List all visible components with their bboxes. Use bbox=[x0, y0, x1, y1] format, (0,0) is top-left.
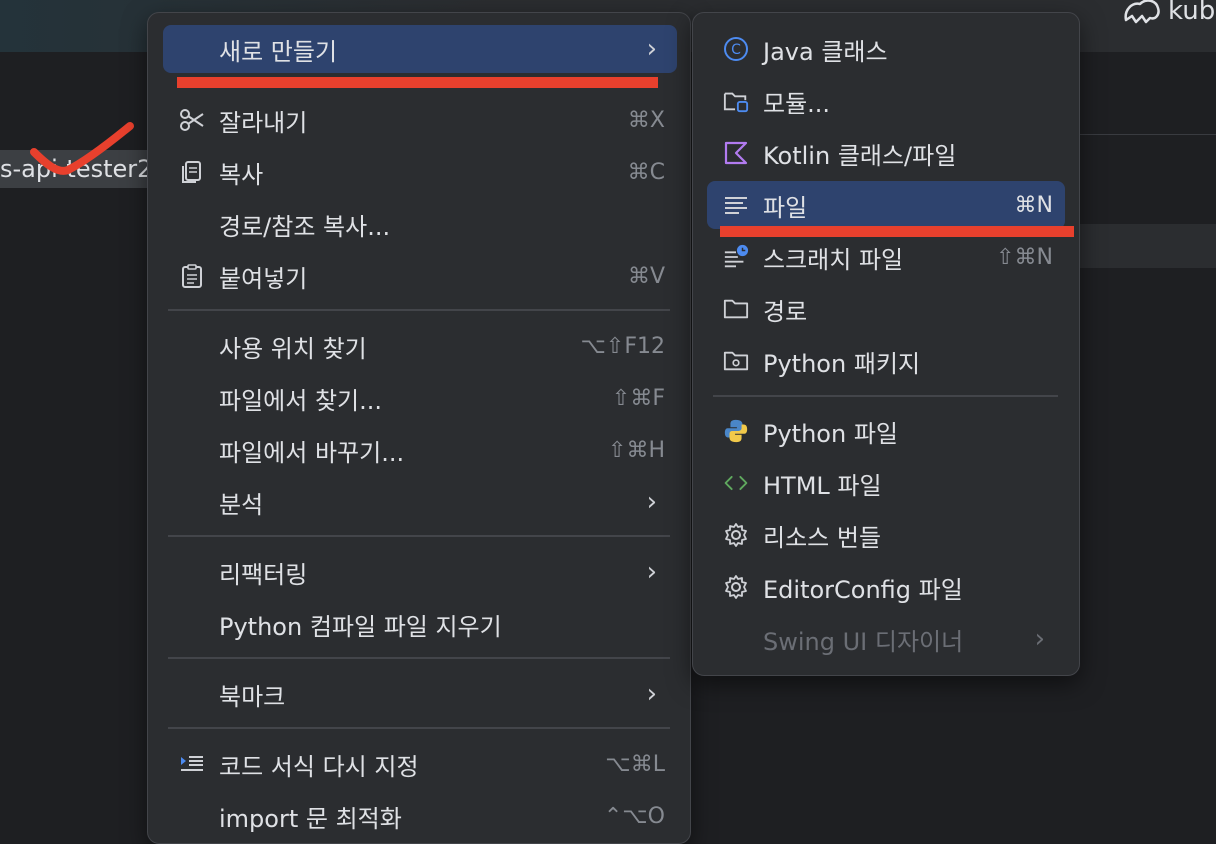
chevron-right-icon: › bbox=[646, 34, 657, 64]
submenu-item-python-file[interactable]: Python 파일 bbox=[707, 407, 1065, 455]
submenu-item-scratch-file[interactable]: 스크래치 파일 ⇧⌘N bbox=[707, 233, 1065, 281]
menu-item-copy-path[interactable]: 경로/참조 복사... bbox=[163, 200, 677, 248]
chevron-right-icon: › bbox=[646, 679, 657, 709]
new-submenu: C Java 클래스 모듈... Kotlin 클래스/파일 파일 ⌘N 스크래… bbox=[692, 12, 1080, 676]
menu-separator bbox=[168, 535, 670, 537]
kotlin-icon bbox=[723, 141, 749, 165]
submenu-item-module[interactable]: 모듈... bbox=[707, 77, 1065, 125]
module-folder-icon bbox=[723, 89, 749, 113]
submenu-item-editorconfig[interactable]: EditorConfig 파일 bbox=[707, 563, 1065, 611]
menu-separator bbox=[168, 309, 670, 311]
context-menu: 새로 만들기 › 잘라내기 ⌘X 복사 ⌘C 경로/참조 복사... 붙여넣기 … bbox=[147, 12, 691, 844]
annotation-underline-new bbox=[177, 77, 658, 88]
submenu-item-swing-ui-designer: Swing UI 디자이너 › bbox=[763, 624, 1045, 656]
editor-highlight-row bbox=[1075, 224, 1216, 268]
submenu-item-resource-bundle[interactable]: 리소스 번들 bbox=[707, 511, 1065, 559]
menu-item-copy[interactable]: 복사 ⌘C bbox=[163, 148, 677, 196]
text-file-icon bbox=[723, 193, 749, 217]
menu-item-find-usages[interactable]: 사용 위치 찾기 ⌥⇧F12 bbox=[163, 322, 677, 370]
gear-icon bbox=[723, 575, 749, 599]
menu-item-analyze[interactable]: 분석 › bbox=[163, 478, 677, 526]
menu-item-new[interactable]: 새로 만들기 › bbox=[163, 25, 677, 73]
menu-item-bookmarks[interactable]: 북마크 › bbox=[163, 670, 677, 718]
menu-item-clean-python[interactable]: Python 컴파일 파일 지우기 bbox=[163, 600, 677, 648]
gear-icon bbox=[723, 523, 749, 547]
html-icon bbox=[723, 471, 749, 495]
submenu-item-directory[interactable]: 경로 bbox=[707, 285, 1065, 333]
submenu-item-file[interactable]: 파일 ⌘N bbox=[707, 181, 1065, 229]
package-folder-icon bbox=[723, 349, 749, 373]
scissors-icon bbox=[179, 108, 205, 132]
chevron-right-icon: › bbox=[646, 557, 657, 587]
editor-area bbox=[1075, 52, 1216, 824]
menu-item-replace-in-files[interactable]: 파일에서 바꾸기... ⇧⌘H bbox=[163, 426, 677, 474]
folder-icon bbox=[723, 297, 749, 321]
kube-logo: kub bbox=[1122, 0, 1215, 26]
submenu-item-python-package[interactable]: Python 패키지 bbox=[707, 337, 1065, 385]
top-right-label: kub bbox=[1168, 0, 1216, 26]
python-icon bbox=[723, 419, 749, 443]
menu-item-find-in-files[interactable]: 파일에서 찾기... ⇧⌘F bbox=[163, 374, 677, 422]
menu-item-refactor[interactable]: 리팩터링 › bbox=[163, 548, 677, 596]
kube-icon bbox=[1124, 0, 1160, 24]
svg-text:C: C bbox=[731, 42, 741, 58]
menu-item-paste[interactable]: 붙여넣기 ⌘V bbox=[163, 252, 677, 300]
submenu-item-java-class[interactable]: C Java 클래스 bbox=[707, 25, 1065, 73]
submenu-item-html-file[interactable]: HTML 파일 bbox=[707, 459, 1065, 507]
java-class-icon: C bbox=[723, 37, 749, 61]
menu-separator bbox=[168, 657, 670, 659]
menu-item-reformat-code[interactable]: 코드 서식 다시 지정 ⌥⌘L bbox=[163, 740, 677, 788]
scratch-file-icon bbox=[723, 244, 749, 269]
format-icon bbox=[179, 752, 205, 776]
submenu-separator bbox=[713, 395, 1058, 397]
chevron-right-icon: › bbox=[1034, 624, 1045, 654]
annotation-underline-file bbox=[720, 226, 1074, 237]
chevron-right-icon: › bbox=[646, 487, 657, 517]
clipboard-icon bbox=[179, 264, 205, 288]
menu-separator bbox=[168, 727, 670, 729]
submenu-item-kotlin[interactable]: Kotlin 클래스/파일 bbox=[707, 129, 1065, 177]
copy-icon bbox=[179, 160, 205, 184]
menu-item-cut[interactable]: 잘라내기 ⌘X bbox=[163, 96, 677, 144]
editor-divider bbox=[1075, 134, 1216, 135]
annotation-check-mark bbox=[30, 122, 134, 175]
menu-item-optimize-imports[interactable]: import 문 최적화 ⌃⌥O bbox=[163, 792, 677, 840]
